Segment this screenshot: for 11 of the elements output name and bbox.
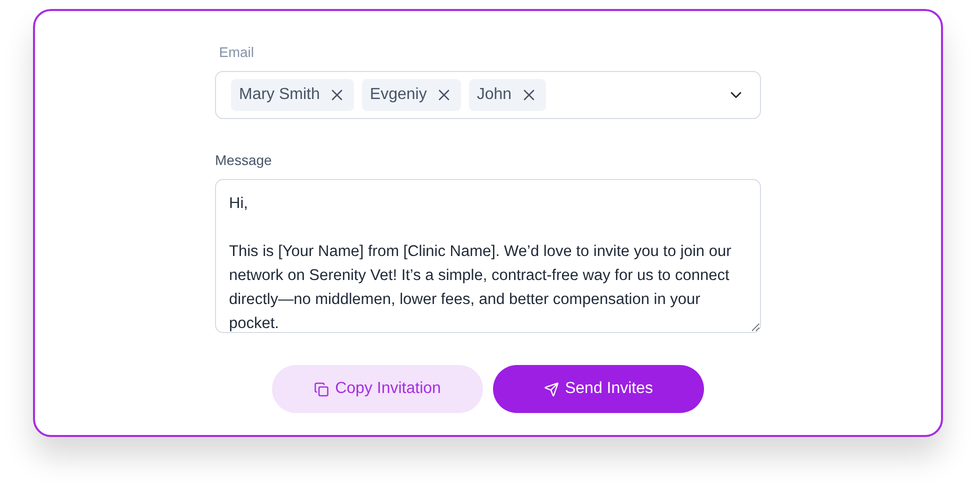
message-field[interactable]: Hi, This is [Your Name] from [Clinic Name]. We’d love to invite you to join our network on Serenity Vet! It’s a simple, contract-free way for us to connect directly—no middlemen, lower fees, and better compensation in your pocket. <box>215 179 761 333</box>
copy-button[interactable]: Copy Invitation <box>272 365 483 413</box>
field-label: Message <box>215 151 272 170</box>
copy-icon <box>314 382 330 396</box>
recipient-name: John <box>476 85 512 105</box>
recipient-name: Evgeniy <box>370 85 427 105</box>
field-label: Email <box>219 43 254 62</box>
recipient-name: Mary Smith <box>239 85 320 105</box>
send-button[interactable]: Send Invites <box>493 365 704 413</box>
send-icon <box>544 382 559 396</box>
email-field[interactable]: Mary Smith Evgeniy John <box>215 71 761 119</box>
